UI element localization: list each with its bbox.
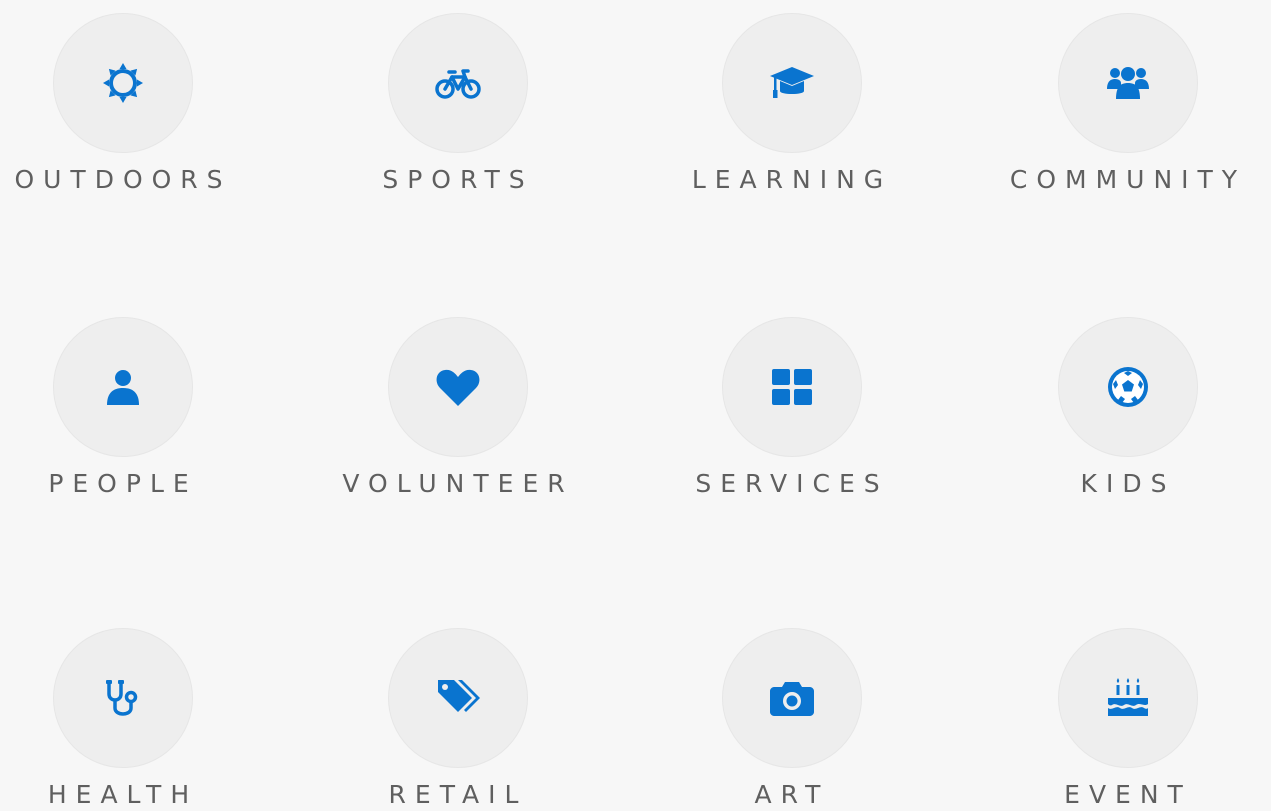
graduation-cap-icon — [768, 59, 816, 107]
category-icon-circle — [1058, 317, 1198, 457]
category-label: OUTDOORS — [14, 165, 232, 194]
category-icon-circle — [53, 628, 193, 768]
category-icon-circle — [388, 13, 528, 153]
category-icon-circle — [388, 628, 528, 768]
category-retail[interactable]: RETAIL — [308, 628, 608, 811]
camera-icon — [768, 674, 816, 722]
category-services[interactable]: SERVICES — [642, 317, 942, 517]
category-label: COMMUNITY — [1009, 165, 1247, 194]
category-icon-circle — [1058, 628, 1198, 768]
category-art[interactable]: ART — [642, 628, 942, 811]
category-grid: OUTDOORS SPORTS LEARNING COMMUNITY PEOPL… — [0, 0, 1271, 811]
category-icon-circle — [722, 317, 862, 457]
category-icon-circle — [1058, 13, 1198, 153]
category-label: ART — [754, 780, 830, 809]
category-community[interactable]: COMMUNITY — [978, 13, 1271, 213]
category-people[interactable]: PEOPLE — [0, 317, 273, 517]
category-label: HEALTH — [47, 780, 199, 809]
user-icon — [99, 363, 147, 411]
category-icon-circle — [53, 317, 193, 457]
category-label: EVENT — [1064, 780, 1192, 809]
category-icon-circle — [722, 13, 862, 153]
birthday-cake-icon — [1104, 674, 1152, 722]
category-label: SPORTS — [382, 165, 534, 194]
soccer-ball-icon — [1104, 363, 1152, 411]
bicycle-icon — [434, 59, 482, 107]
category-label: KIDS — [1080, 469, 1176, 498]
grid-icon — [768, 363, 816, 411]
category-icon-circle — [388, 317, 528, 457]
tags-icon — [434, 674, 482, 722]
category-volunteer[interactable]: VOLUNTEER — [308, 317, 608, 517]
category-kids[interactable]: KIDS — [978, 317, 1271, 517]
category-label: SERVICES — [695, 469, 889, 498]
stethoscope-icon — [99, 674, 147, 722]
category-event[interactable]: EVENT — [978, 628, 1271, 811]
sun-icon — [99, 59, 147, 107]
category-learning[interactable]: LEARNING — [642, 13, 942, 213]
users-icon — [1104, 59, 1152, 107]
category-label: PEOPLE — [48, 469, 198, 498]
category-sports[interactable]: SPORTS — [308, 13, 608, 213]
category-icon-circle — [722, 628, 862, 768]
category-label: VOLUNTEER — [342, 469, 574, 498]
category-label: LEARNING — [691, 165, 893, 194]
category-label: RETAIL — [388, 780, 528, 809]
category-health[interactable]: HEALTH — [0, 628, 273, 811]
category-icon-circle — [53, 13, 193, 153]
category-outdoors[interactable]: OUTDOORS — [0, 13, 273, 213]
heart-icon — [434, 363, 482, 411]
